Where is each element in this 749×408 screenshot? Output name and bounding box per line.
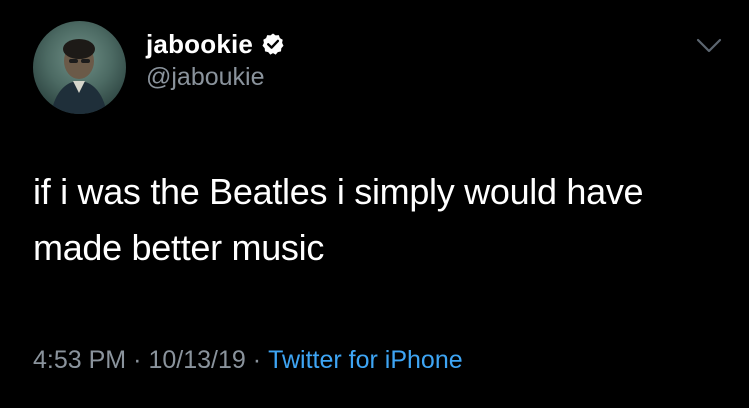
avatar[interactable] [33, 21, 126, 114]
author-name-row: jabookie [146, 27, 285, 61]
author-handle[interactable]: @jaboukie [146, 63, 265, 92]
tweet-card: jabookie @jaboukie if i was the Beatles … [0, 0, 749, 408]
tweet-source-link[interactable]: Twitter for iPhone [268, 346, 463, 374]
chevron-down-icon[interactable] [696, 38, 722, 54]
tweet-date[interactable]: 10/13/19 [148, 346, 245, 374]
tweet-text-line: if i was the Beatles i simply would have [33, 171, 644, 212]
separator: · [133, 346, 142, 374]
tweet-time[interactable]: 4:53 PM [33, 346, 126, 374]
tweet-text-line: made better music [33, 227, 325, 268]
tweet-text: if i was the Beatles i simply would have… [33, 164, 723, 276]
avatar-photo [51, 39, 107, 114]
display-name[interactable]: jabookie [146, 29, 253, 60]
separator: · [252, 346, 262, 374]
verified-badge-icon [261, 32, 285, 56]
tweet-metadata: 4:53 PM · 10/13/19 · Twitter for iPhone [33, 346, 463, 375]
